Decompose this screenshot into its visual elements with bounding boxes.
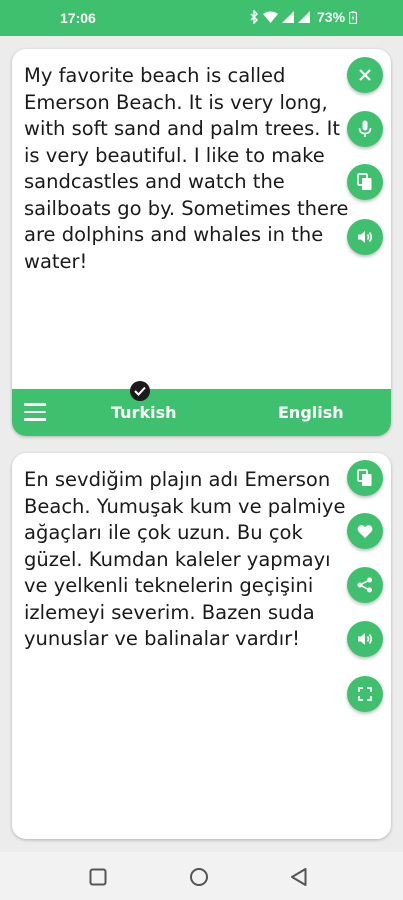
- voice-input-button[interactable]: [347, 111, 383, 147]
- battery-icon: [349, 10, 358, 24]
- bluetooth-icon: [250, 10, 259, 24]
- speak-source-button[interactable]: [347, 219, 383, 255]
- status-icons: 73%: [250, 9, 358, 25]
- menu-line: [24, 403, 46, 406]
- speak-translation-button[interactable]: [347, 621, 383, 657]
- share-icon: [357, 577, 372, 593]
- speaker-icon: [358, 633, 373, 645]
- close-icon: [359, 69, 371, 81]
- fullscreen-icon: [358, 687, 372, 701]
- copy-icon: [357, 173, 372, 190]
- source-card: My favorite beach is called Emerson Beac…: [12, 49, 391, 436]
- favorite-button[interactable]: [347, 513, 383, 549]
- translation-card: En sevdiğim plajın adı Emerson Beach. Yu…: [12, 453, 391, 839]
- speaker-icon: [358, 231, 373, 243]
- copy-icon: [357, 469, 372, 486]
- language-bar: Turkish English: [12, 381, 391, 436]
- battery-percent: 73%: [317, 9, 346, 25]
- recents-square-icon[interactable]: [89, 868, 107, 886]
- source-text-input[interactable]: My favorite beach is called Emerson Beac…: [24, 63, 350, 275]
- signal-icon-2: [298, 11, 310, 23]
- fullscreen-button[interactable]: [347, 676, 383, 712]
- copy-source-button[interactable]: [347, 164, 383, 200]
- menu-button[interactable]: [24, 403, 46, 421]
- share-button[interactable]: [347, 567, 383, 603]
- clear-button[interactable]: [347, 57, 383, 93]
- status-bar: 17:06 73%: [0, 0, 403, 36]
- mic-icon: [358, 120, 372, 137]
- copy-translation-button[interactable]: [347, 460, 383, 496]
- signal-icon: [282, 11, 294, 23]
- translation-text: En sevdiğim plajın adı Emerson Beach. Yu…: [24, 468, 346, 650]
- heart-icon: [357, 524, 373, 538]
- back-triangle-icon[interactable]: [290, 867, 308, 887]
- menu-line: [24, 410, 46, 413]
- menu-line: [24, 418, 46, 421]
- home-circle-icon[interactable]: [189, 867, 209, 887]
- wifi-icon: [263, 11, 278, 23]
- source-language-selector[interactable]: Turkish: [111, 403, 176, 422]
- check-icon: [130, 381, 150, 401]
- target-language-selector[interactable]: English: [278, 403, 344, 422]
- status-time: 17:06: [60, 10, 96, 26]
- navigation-bar: [0, 852, 403, 900]
